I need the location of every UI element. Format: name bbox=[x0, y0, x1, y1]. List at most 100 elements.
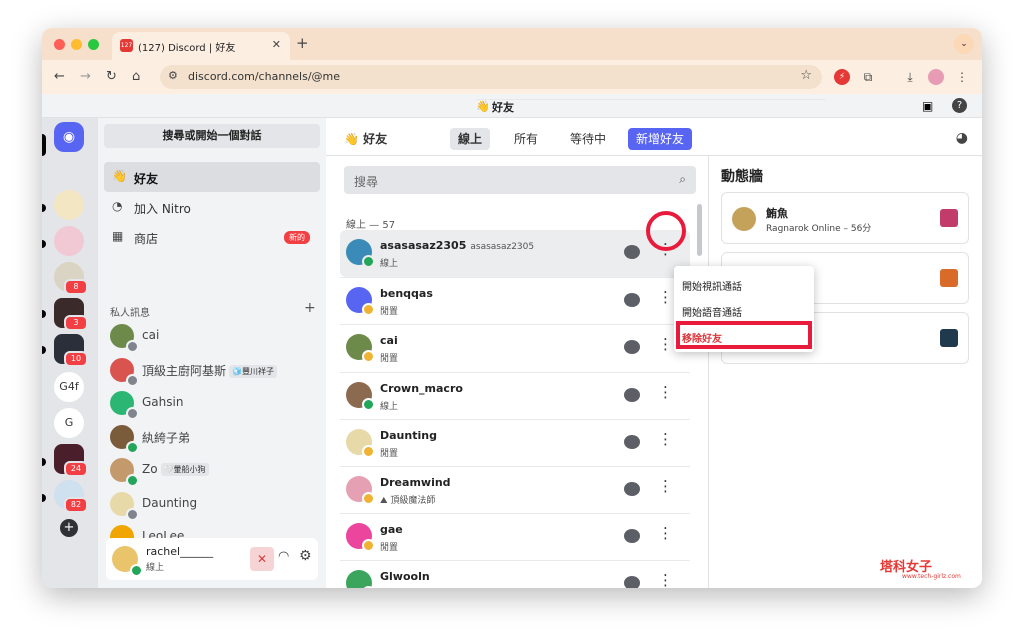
dm-tag: 🧊豐川祥子 bbox=[229, 364, 277, 378]
unread-indicator bbox=[42, 310, 46, 318]
tab-search-dropdown-icon[interactable]: ⌄ bbox=[954, 34, 974, 54]
friend-row[interactable]: asasasaz2305 asasasaz2305 線上 ⋮ bbox=[340, 230, 690, 277]
menu-voice-call[interactable]: 開始語音通話 bbox=[682, 304, 742, 319]
dm-item[interactable]: Zo 🤍暈船小狗 bbox=[104, 454, 320, 487]
activity-title: 動態牆 bbox=[721, 169, 763, 185]
more-options-icon[interactable]: ⋮ bbox=[658, 289, 673, 305]
server-icon-g[interactable]: G bbox=[54, 408, 84, 438]
friend-row[interactable]: cai 閒置 ⋮ bbox=[340, 324, 690, 371]
dm-name: Gahsin bbox=[142, 395, 184, 409]
close-tab-icon[interactable]: ✕ bbox=[272, 38, 281, 51]
extension-icon[interactable]: ⚡ bbox=[834, 69, 850, 85]
message-icon[interactable] bbox=[624, 434, 640, 449]
header-title: 👋 好友 bbox=[336, 128, 395, 150]
message-icon[interactable] bbox=[624, 576, 640, 588]
friend-row[interactable]: benqqas 閒置 ⋮ bbox=[340, 277, 690, 324]
extensions-puzzle-icon[interactable]: ⧉ bbox=[860, 69, 876, 85]
more-options-icon[interactable]: ⋮ bbox=[658, 431, 673, 447]
friend-status: 閒置 bbox=[380, 448, 399, 459]
server-icon-g4f[interactable]: G4f bbox=[54, 372, 84, 402]
server-icon[interactable]: 8 bbox=[54, 262, 88, 295]
nav-shop[interactable]: ▦ 商店 新的 bbox=[104, 222, 320, 252]
new-group-dm-icon[interactable]: ◕ bbox=[956, 130, 968, 146]
message-icon[interactable] bbox=[624, 387, 640, 402]
add-server-button[interactable]: + bbox=[60, 519, 78, 537]
help-icon[interactable]: ? bbox=[952, 98, 967, 113]
dm-item[interactable]: 頂級主廚阿基斯 🧊豐川祥子 bbox=[104, 354, 320, 387]
scrollbar[interactable] bbox=[697, 204, 702, 256]
add-friend-button[interactable]: 新增好友 bbox=[628, 128, 693, 150]
dm-item[interactable]: Gahsin bbox=[104, 387, 320, 420]
server-icon[interactable] bbox=[54, 226, 84, 256]
profile-avatar-icon[interactable] bbox=[928, 69, 944, 85]
inbox-icon[interactable]: ▣ bbox=[922, 99, 933, 113]
friend-row[interactable]: Dreamwind ⛰ 頂級魔法師 ⋮ bbox=[340, 466, 690, 513]
minimize-window-button[interactable] bbox=[71, 39, 82, 50]
dm-tag: 🤍暈船小狗 bbox=[160, 463, 209, 476]
tab-strip: 127 (127) Discord | 好友 ✕ + ⌄ bbox=[42, 28, 982, 60]
message-icon[interactable] bbox=[624, 245, 640, 259]
bookmark-star-icon[interactable]: ☆ bbox=[800, 68, 812, 83]
dm-name: cai bbox=[142, 328, 160, 342]
dm-item[interactable]: 紈絝子弟 bbox=[104, 421, 320, 454]
discord-home-icon[interactable]: ◉ bbox=[54, 122, 84, 152]
nav-nitro[interactable]: ◔ 加入 Nitro bbox=[104, 192, 320, 222]
server-icon[interactable]: 10 bbox=[54, 334, 88, 367]
mention-badge: 8 bbox=[64, 279, 88, 295]
discord-title: 好友 bbox=[492, 101, 514, 114]
new-tab-button[interactable]: + bbox=[296, 34, 309, 52]
browser-tab[interactable]: 127 (127) Discord | 好友 ✕ bbox=[112, 32, 290, 60]
menu-video-call[interactable]: 開始視訊通話 bbox=[682, 278, 742, 293]
message-icon[interactable] bbox=[624, 482, 640, 496]
more-options-icon[interactable]: ⋮ bbox=[658, 572, 673, 588]
friend-row[interactable]: Crown_macro 線上 ⋮ bbox=[340, 371, 690, 419]
dm-item[interactable]: cai bbox=[104, 320, 320, 353]
tab-pending[interactable]: 等待中 bbox=[562, 128, 614, 150]
reload-icon[interactable]: ↻ bbox=[106, 69, 117, 84]
friend-row[interactable]: gae 閒置 ⋮ bbox=[340, 513, 690, 560]
server-icon[interactable]: 3 bbox=[54, 298, 88, 331]
server-icon[interactable]: 82 bbox=[54, 480, 88, 513]
friend-handle: asasasaz2305 bbox=[470, 242, 535, 252]
download-icon[interactable]: ⤓ bbox=[902, 69, 918, 85]
unread-indicator bbox=[42, 494, 46, 502]
create-dm-icon[interactable]: + bbox=[304, 300, 316, 316]
more-options-icon[interactable]: ⋮ bbox=[658, 336, 673, 352]
nav-friends[interactable]: 👋 好友 bbox=[104, 162, 320, 192]
friend-name: asasasaz2305 asasasaz2305 bbox=[380, 239, 535, 252]
server-icon[interactable]: 24 bbox=[54, 444, 88, 477]
address-bar[interactable]: ⚙ discord.com/channels/@me ☆ bbox=[160, 65, 822, 89]
message-icon[interactable] bbox=[624, 340, 640, 355]
message-icon[interactable] bbox=[624, 529, 640, 544]
activity-card[interactable]: 鮪魚 Ragnarok Online – 56分 bbox=[721, 192, 969, 244]
home-icon[interactable]: ⌂ bbox=[132, 69, 140, 84]
friend-row[interactable]: Glwooln ⋮ bbox=[340, 560, 690, 588]
friend-status: 線上 bbox=[380, 401, 399, 412]
headphones-icon[interactable]: ◠ bbox=[278, 549, 289, 564]
friend-row[interactable]: Daunting 閒置 ⋮ bbox=[340, 418, 690, 466]
friend-name: Daunting bbox=[380, 428, 437, 442]
browser-menu-icon[interactable]: ⋮ bbox=[954, 69, 970, 85]
mic-muted-icon[interactable]: ✕ bbox=[250, 547, 274, 571]
status-dot bbox=[362, 586, 375, 588]
friend-context-menu: 開始視訊通話 開始語音通話 移除好友 bbox=[674, 266, 814, 352]
back-icon[interactable]: ← bbox=[54, 69, 65, 84]
unread-indicator bbox=[42, 458, 46, 466]
dm-item[interactable]: Daunting bbox=[104, 488, 320, 521]
more-options-icon[interactable]: ⋮ bbox=[658, 525, 673, 541]
mention-badge: 10 bbox=[64, 351, 88, 367]
zoom-window-button[interactable] bbox=[88, 39, 99, 50]
site-info-icon[interactable]: ⚙ bbox=[168, 69, 178, 82]
more-options-icon[interactable]: ⋮ bbox=[658, 478, 673, 494]
find-conversation-button[interactable]: 搜尋或開始一個對話 bbox=[104, 124, 320, 148]
close-window-button[interactable] bbox=[54, 39, 65, 50]
settings-gear-icon[interactable]: ⚙ bbox=[299, 548, 312, 564]
tab-online[interactable]: 線上 bbox=[450, 128, 491, 150]
nav-shop-label: 商店 bbox=[134, 232, 159, 246]
server-icon[interactable] bbox=[54, 190, 84, 220]
message-icon[interactable] bbox=[624, 293, 640, 308]
friends-search-input[interactable]: 搜尋 ⌕ bbox=[344, 166, 696, 194]
tab-all[interactable]: 所有 bbox=[506, 128, 546, 150]
more-options-icon[interactable]: ⋮ bbox=[658, 384, 673, 400]
forward-icon[interactable]: → bbox=[80, 69, 91, 84]
